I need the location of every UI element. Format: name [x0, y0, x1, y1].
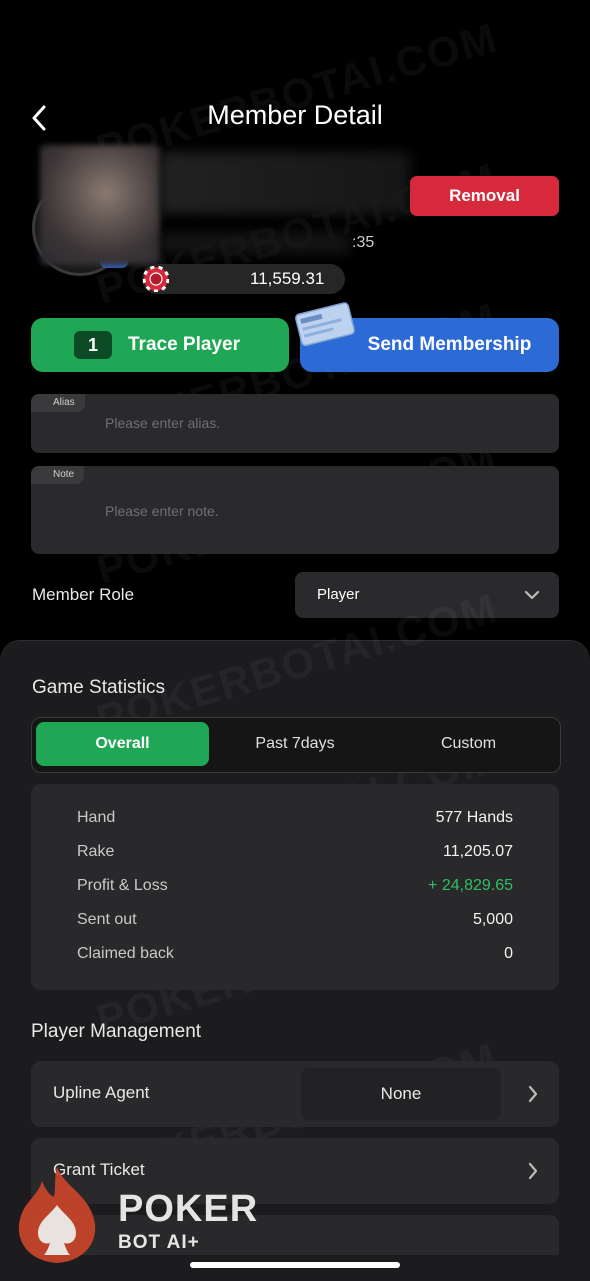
stat-row-rake: Rake 11,205.07 [77, 843, 513, 861]
chevron-right-icon [528, 1162, 538, 1180]
home-indicator[interactable] [190, 1262, 400, 1268]
player-name-redacted [160, 152, 410, 214]
tab-past-7days[interactable]: Past 7days [209, 722, 381, 766]
stats-summary: Hand 577 Hands Rake 11,205.07 Profit & L… [31, 784, 559, 990]
note-field[interactable]: Note [31, 466, 559, 554]
stat-row-profit-loss: Profit & Loss + 24,829.65 [77, 877, 513, 895]
poker-chip-icon [143, 266, 169, 292]
tab-custom[interactable]: Custom [381, 722, 556, 766]
avatar-image-redacted [40, 145, 160, 265]
stat-row-claimed-back: Claimed back 0 [77, 945, 513, 963]
logo-text-poker: POKER [118, 1188, 259, 1230]
send-membership-label: Send Membership [367, 334, 532, 355]
stat-value: 5,000 [472, 911, 513, 928]
page-title: Member Detail [207, 100, 383, 130]
alias-input[interactable] [103, 414, 527, 432]
stat-value: 11,205.07 [443, 843, 513, 860]
tab-overall[interactable]: Overall [36, 722, 209, 766]
player-id-redacted [160, 232, 350, 254]
upline-agent-value: None [301, 1068, 501, 1120]
removal-button[interactable]: Removal [410, 176, 559, 216]
stat-label: Sent out [77, 911, 137, 928]
alias-field-label: Alias [31, 394, 85, 412]
member-role-value: Player [317, 586, 360, 603]
note-input[interactable] [103, 502, 527, 520]
stat-label: Hand [77, 809, 116, 826]
balance-value: 11,559.31 [250, 269, 325, 288]
member-role-select[interactable]: Player [295, 572, 559, 618]
stat-value: + 24,829.65 [428, 877, 513, 894]
logo-text-botai: BOT AI+ [118, 1232, 200, 1253]
player-management-title: Player Management [31, 1021, 202, 1042]
chevron-right-icon [528, 1085, 538, 1103]
trace-count-badge: 1 [74, 331, 112, 359]
member-role-label: Member Role [32, 585, 135, 604]
note-field-label: Note [31, 466, 85, 484]
chevron-down-icon [524, 590, 540, 600]
upline-agent-row[interactable]: Upline Agent None [31, 1061, 559, 1127]
pokerbot-flame-logo-icon [18, 1167, 96, 1263]
game-statistics-title: Game Statistics [32, 677, 166, 698]
trace-player-label: Trace Player [128, 334, 240, 355]
next-management-row[interactable] [31, 1215, 559, 1255]
stat-label: Rake [77, 843, 115, 860]
stats-period-tabs: Overall Past 7days Custom [31, 717, 561, 773]
upline-agent-label: Upline Agent [53, 1083, 150, 1102]
alias-field[interactable]: Alias [31, 394, 559, 453]
stat-row-hand: Hand 577 Hands [77, 809, 513, 827]
stat-row-sent-out: Sent out 5,000 [77, 911, 513, 929]
stat-value: 577 Hands [435, 809, 513, 826]
stat-value: 0 [504, 945, 513, 962]
trace-player-button[interactable]: 1 Trace Player [31, 318, 289, 372]
grant-ticket-row[interactable]: Grant Ticket [31, 1138, 559, 1204]
stat-label: Claimed back [77, 945, 174, 962]
player-id-suffix: :35 [352, 234, 375, 251]
stat-label: Profit & Loss [77, 877, 168, 894]
